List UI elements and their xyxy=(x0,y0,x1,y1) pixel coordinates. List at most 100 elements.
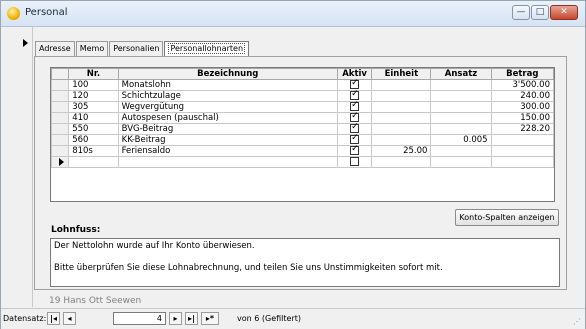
cell-ansatz[interactable] xyxy=(430,123,492,135)
cell-nr[interactable]: 120 xyxy=(68,90,119,102)
row-selector[interactable] xyxy=(50,145,70,157)
cell-nr[interactable] xyxy=(68,156,119,168)
cell-einheit[interactable] xyxy=(371,101,432,113)
cell-einheit[interactable] xyxy=(371,156,432,168)
first-record-button[interactable]: |◂ xyxy=(47,312,60,325)
row-selector[interactable] xyxy=(50,156,70,168)
cell-betrag[interactable]: 300.00 xyxy=(490,101,555,113)
table-row[interactable]: 410 Autospesen (pauschal) 150.00 xyxy=(50,111,555,124)
minimize-button[interactable]: — xyxy=(512,5,530,20)
new-record-button[interactable]: ▸* xyxy=(201,312,219,325)
close-icon: ✕ xyxy=(560,7,568,17)
row-selector[interactable] xyxy=(50,112,70,124)
konto-spalten-button[interactable]: Konto-Spalten anzeigen xyxy=(455,209,559,226)
col-header-einheit[interactable]: Einheit xyxy=(371,68,432,80)
cell-einheit[interactable]: 25.00 xyxy=(371,145,432,157)
col-header-ansatz[interactable]: Ansatz xyxy=(430,68,492,80)
tab-personallohnarten-label: Personallohnarten xyxy=(168,43,246,54)
aktiv-checkbox[interactable] xyxy=(350,89,360,100)
aktiv-checkbox[interactable] xyxy=(350,78,360,89)
cell-ansatz[interactable] xyxy=(430,79,492,91)
title-bar[interactable]: Personal — □ ✕ xyxy=(1,1,585,27)
cell-nr[interactable]: 560 xyxy=(68,134,119,146)
row-selector[interactable] xyxy=(50,79,70,91)
cell-bezeichnung[interactable]: Wegvergütung xyxy=(117,101,338,113)
lohnfuss-textarea[interactable]: Der Nettolohn wurde auf Ihr Konto überwi… xyxy=(50,238,560,287)
cell-ansatz[interactable] xyxy=(430,90,492,102)
row-selector[interactable] xyxy=(50,101,70,113)
col-header-nr[interactable]: Nr. xyxy=(68,68,119,80)
col-header-betrag[interactable]: Betrag xyxy=(490,68,555,80)
cell-ansatz[interactable] xyxy=(430,101,492,113)
cell-betrag[interactable] xyxy=(490,134,555,146)
record-selector[interactable] xyxy=(21,27,33,307)
tab-adresse[interactable]: Adresse xyxy=(35,41,75,56)
cell-einheit[interactable] xyxy=(371,123,432,135)
cell-bezeichnung[interactable] xyxy=(117,156,338,168)
table-row[interactable]: 810s Feriensaldo 25.00 xyxy=(50,144,555,157)
cell-aktiv[interactable] xyxy=(336,144,373,157)
cell-ansatz[interactable] xyxy=(430,145,492,157)
aktiv-checkbox[interactable] xyxy=(350,144,360,155)
navigator-label: Datensatz: xyxy=(3,314,47,323)
cell-einheit[interactable] xyxy=(371,79,432,91)
last-record-button[interactable]: ▸| xyxy=(185,312,198,325)
cell-betrag[interactable] xyxy=(490,156,555,168)
row-selector-header xyxy=(50,68,70,80)
maximize-button[interactable]: □ xyxy=(531,5,549,20)
aktiv-checkbox[interactable] xyxy=(350,111,360,122)
cell-nr[interactable]: 305 xyxy=(68,101,119,113)
cell-aktiv[interactable] xyxy=(336,156,373,168)
cell-betrag[interactable]: 228.20 xyxy=(490,123,555,135)
aktiv-checkbox[interactable] xyxy=(350,122,360,133)
aktiv-checkbox[interactable] xyxy=(350,157,360,166)
cell-bezeichnung[interactable]: Monatslohn xyxy=(117,79,338,91)
cell-nr[interactable]: 410 xyxy=(68,112,119,124)
cell-betrag[interactable] xyxy=(490,145,555,157)
cell-ansatz[interactable] xyxy=(430,156,492,168)
cell-betrag[interactable]: 3'500.00 xyxy=(490,79,555,91)
row-selector[interactable] xyxy=(50,123,70,135)
row-selector[interactable] xyxy=(50,90,70,102)
close-button[interactable]: ✕ xyxy=(550,5,578,20)
prev-record-button[interactable]: ◂ xyxy=(63,312,76,325)
cell-nr[interactable]: 100 xyxy=(68,79,119,91)
app-icon xyxy=(7,7,20,20)
cell-bezeichnung[interactable]: Schichtzulage xyxy=(117,90,338,102)
cell-betrag[interactable]: 150.00 xyxy=(490,112,555,124)
cell-einheit[interactable] xyxy=(371,90,432,102)
table-row[interactable]: 100 Monatslohn 3'500.00 xyxy=(50,78,555,91)
cell-ansatz[interactable]: 0.005 xyxy=(430,134,492,146)
tab-personallohnarten[interactable]: Personallohnarten xyxy=(164,41,250,56)
maximize-icon: □ xyxy=(535,7,545,17)
record-navigator: Datensatz: |◂ ◂ 4 ▸ ▸| ▸* von 6 (Gefilte… xyxy=(1,308,585,329)
tab-memo[interactable]: Memo xyxy=(75,41,109,56)
cell-bezeichnung[interactable]: BVG-Beitrag xyxy=(117,123,338,135)
employee-name: 19 Hans Ott Seewen xyxy=(49,296,142,306)
tab-strip: Adresse Memo Personalien Personallohnart… xyxy=(35,41,250,56)
next-record-button[interactable]: ▸ xyxy=(169,312,182,325)
current-record-input[interactable]: 4 xyxy=(113,312,166,325)
cell-einheit[interactable] xyxy=(371,112,432,124)
cell-bezeichnung[interactable]: KK-Beitrag xyxy=(117,134,338,146)
table-row[interactable]: 120 Schichtzulage 240.00 xyxy=(50,89,555,102)
table-row[interactable]: 560 KK-Beitrag 0.005 xyxy=(50,133,555,146)
aktiv-checkbox[interactable] xyxy=(350,133,360,144)
cell-bezeichnung[interactable]: Feriensaldo xyxy=(117,145,338,157)
personal-window: Personal — □ ✕ Adresse Memo Personalien … xyxy=(0,0,586,329)
resize-grip-icon[interactable]: ⋰ xyxy=(573,317,581,326)
cell-ansatz[interactable] xyxy=(430,112,492,124)
table-row[interactable]: 305 Wegvergütung 300.00 xyxy=(50,100,555,113)
cell-nr[interactable]: 810s xyxy=(68,145,119,157)
cell-nr[interactable]: 550 xyxy=(68,123,119,135)
cell-betrag[interactable]: 240.00 xyxy=(490,90,555,102)
tab-personalien[interactable]: Personalien xyxy=(109,41,164,56)
row-selector[interactable] xyxy=(50,134,70,146)
cell-einheit[interactable] xyxy=(371,134,432,146)
new-record-row[interactable] xyxy=(50,156,555,168)
col-header-bezeichnung[interactable]: Bezeichnung xyxy=(117,68,338,80)
aktiv-checkbox[interactable] xyxy=(350,100,360,111)
table-row[interactable]: 550 BVG-Beitrag 228.20 xyxy=(50,122,555,135)
tab-panel: Nr. Bezeichnung Aktiv Einheit Ansatz Bet… xyxy=(34,56,567,290)
cell-bezeichnung[interactable]: Autospesen (pauschal) xyxy=(117,112,338,124)
